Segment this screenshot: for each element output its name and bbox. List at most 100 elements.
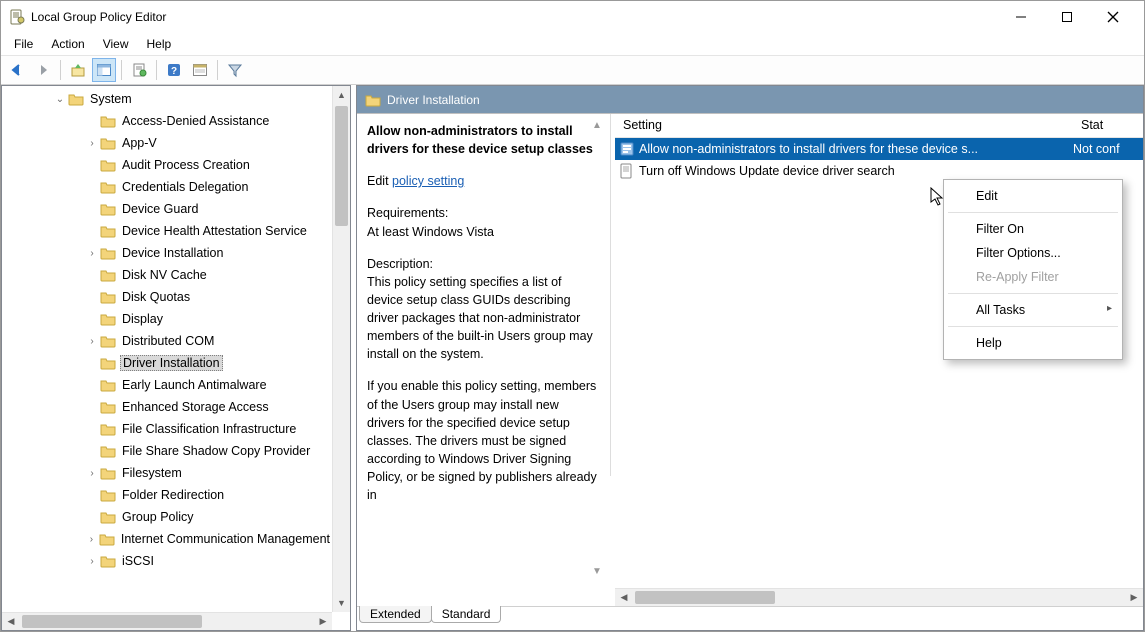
scroll-right-icon[interactable]: ▶ [1125,589,1143,606]
expand-icon[interactable]: › [84,534,99,545]
expand-icon[interactable]: › [84,468,100,479]
tree-item[interactable]: ›Distributed COM [2,330,332,352]
folder-icon [100,289,116,305]
scroll-thumb[interactable] [635,591,775,604]
tree-item-label: Filesystem [120,466,184,480]
context-menu-item[interactable]: Filter On [946,217,1120,241]
tree-item-label: iSCSI [120,554,156,568]
context-menu-item[interactable]: Help [946,331,1120,355]
horizontal-scrollbar[interactable]: ◀▶ [2,612,332,630]
context-menu-item[interactable]: Filter Options... [946,241,1120,265]
tree-item[interactable]: Disk NV Cache [2,264,332,286]
title-bar: Local Group Policy Editor [1,1,1144,33]
scroll-down-icon[interactable]: ▼ [333,594,350,612]
scroll-right-icon[interactable]: ▶ [314,613,332,630]
context-menu: EditFilter OnFilter Options...Re-Apply F… [943,179,1123,360]
tree-item[interactable]: Credentials Delegation [2,176,332,198]
show-hide-tree-button[interactable] [92,58,116,82]
vertical-scrollbar[interactable]: ▲▼ [332,86,350,612]
folder-icon [100,311,116,327]
list-header[interactable]: Setting Stat [615,114,1143,138]
expand-icon[interactable]: › [84,556,100,567]
tree-item[interactable]: Display [2,308,332,330]
expand-icon[interactable]: › [84,138,100,149]
scroll-thumb[interactable] [335,106,348,226]
tree-item[interactable]: › Filesystem [2,462,332,484]
back-button[interactable] [5,58,29,82]
description-paragraph-2: If you enable this policy setting, membe… [367,377,597,504]
folder-icon [100,201,116,217]
menu-view[interactable]: View [94,35,138,53]
list-row[interactable]: Allow non-administrators to install driv… [615,138,1143,160]
scroll-left-icon[interactable]: ◀ [2,613,20,630]
menu-help[interactable]: Help [138,35,181,53]
description-column: ▲ Allow non-administrators to install dr… [357,114,607,606]
menu-action[interactable]: Action [42,35,93,53]
folder-icon [100,377,116,393]
tree-item[interactable]: Folder Redirection [2,484,332,506]
properties-button[interactable] [127,58,151,82]
tree-item[interactable]: Access-Denied Assistance [2,110,332,132]
tree-item[interactable]: Early Launch Antimalware [2,374,332,396]
tree-item[interactable]: Group Policy [2,506,332,528]
tree-item[interactable]: Device Guard [2,198,332,220]
details-header: Driver Installation [357,86,1143,114]
scroll-up-hint-icon[interactable]: ▲ [589,118,605,134]
expand-icon[interactable]: › [84,248,100,259]
list-row-text: Allow non-administrators to install driv… [639,142,1073,156]
edit-label: Edit [367,174,392,188]
tree-item[interactable]: Disk Quotas [2,286,332,308]
help-button[interactable]: ? [162,58,186,82]
tree-item-label: Credentials Delegation [120,180,250,194]
folder-icon [100,443,116,459]
tree-item[interactable]: File Share Shadow Copy Provider [2,440,332,462]
minimize-button[interactable] [998,1,1044,33]
tree-item-label: Disk Quotas [120,290,192,304]
column-state[interactable]: Stat [1073,114,1143,137]
tree-item[interactable]: Audit Process Creation [2,154,332,176]
folder-icon [100,179,116,195]
tree-item[interactable]: ›Device Installation [2,242,332,264]
expand-icon[interactable]: › [84,336,100,347]
column-setting[interactable]: Setting [615,114,1073,137]
scroll-down-hint-icon[interactable]: ▼ [589,564,605,580]
folder-icon [100,465,116,481]
tree-item[interactable]: File Classification Infrastructure [2,418,332,440]
up-button[interactable] [66,58,90,82]
tree-item[interactable]: Driver Installation [2,352,332,374]
tree[interactable]: ⌄ System Access-Denied Assistance›App-VA… [2,86,332,574]
svg-text:?: ? [171,66,177,77]
app-icon [9,9,25,25]
tree-item-system[interactable]: ⌄ System [2,88,332,110]
policy-icon [619,141,635,157]
close-button[interactable] [1090,1,1136,33]
folder-icon [100,355,116,371]
filter-panel-button[interactable] [188,58,212,82]
tab-standard[interactable]: Standard [431,606,502,623]
tree-item[interactable]: Device Health Attestation Service [2,220,332,242]
context-menu-item[interactable]: All Tasks [946,298,1120,322]
scroll-left-icon[interactable]: ◀ [615,589,633,606]
tree-item-label: Disk NV Cache [120,268,209,282]
tree-item-label: Device Guard [120,202,200,216]
column-resizer[interactable] [607,114,615,606]
filter-button[interactable] [223,58,247,82]
tree-item-label: Internet Communication Management [119,532,332,546]
edit-policy-link[interactable]: policy setting [392,174,464,188]
scroll-thumb[interactable] [22,615,202,628]
description-paragraph-1: This policy setting specifies a list of … [367,273,597,364]
forward-button[interactable] [31,58,55,82]
tree-item-label: Folder Redirection [120,488,226,502]
maximize-button[interactable] [1044,1,1090,33]
context-menu-item[interactable]: Edit [946,184,1120,208]
menu-file[interactable]: File [5,35,42,53]
tree-item[interactable]: › Internet Communication Management [2,528,332,550]
tab-extended[interactable]: Extended [359,606,432,623]
tree-item[interactable]: ›App-V [2,132,332,154]
collapse-icon[interactable]: ⌄ [52,94,68,105]
list-horizontal-scrollbar[interactable]: ◀▶ [615,588,1143,606]
requirements-value: At least Windows Vista [367,223,597,241]
tree-item[interactable]: › iSCSI [2,550,332,572]
scroll-up-icon[interactable]: ▲ [333,86,350,104]
tree-item[interactable]: Enhanced Storage Access [2,396,332,418]
